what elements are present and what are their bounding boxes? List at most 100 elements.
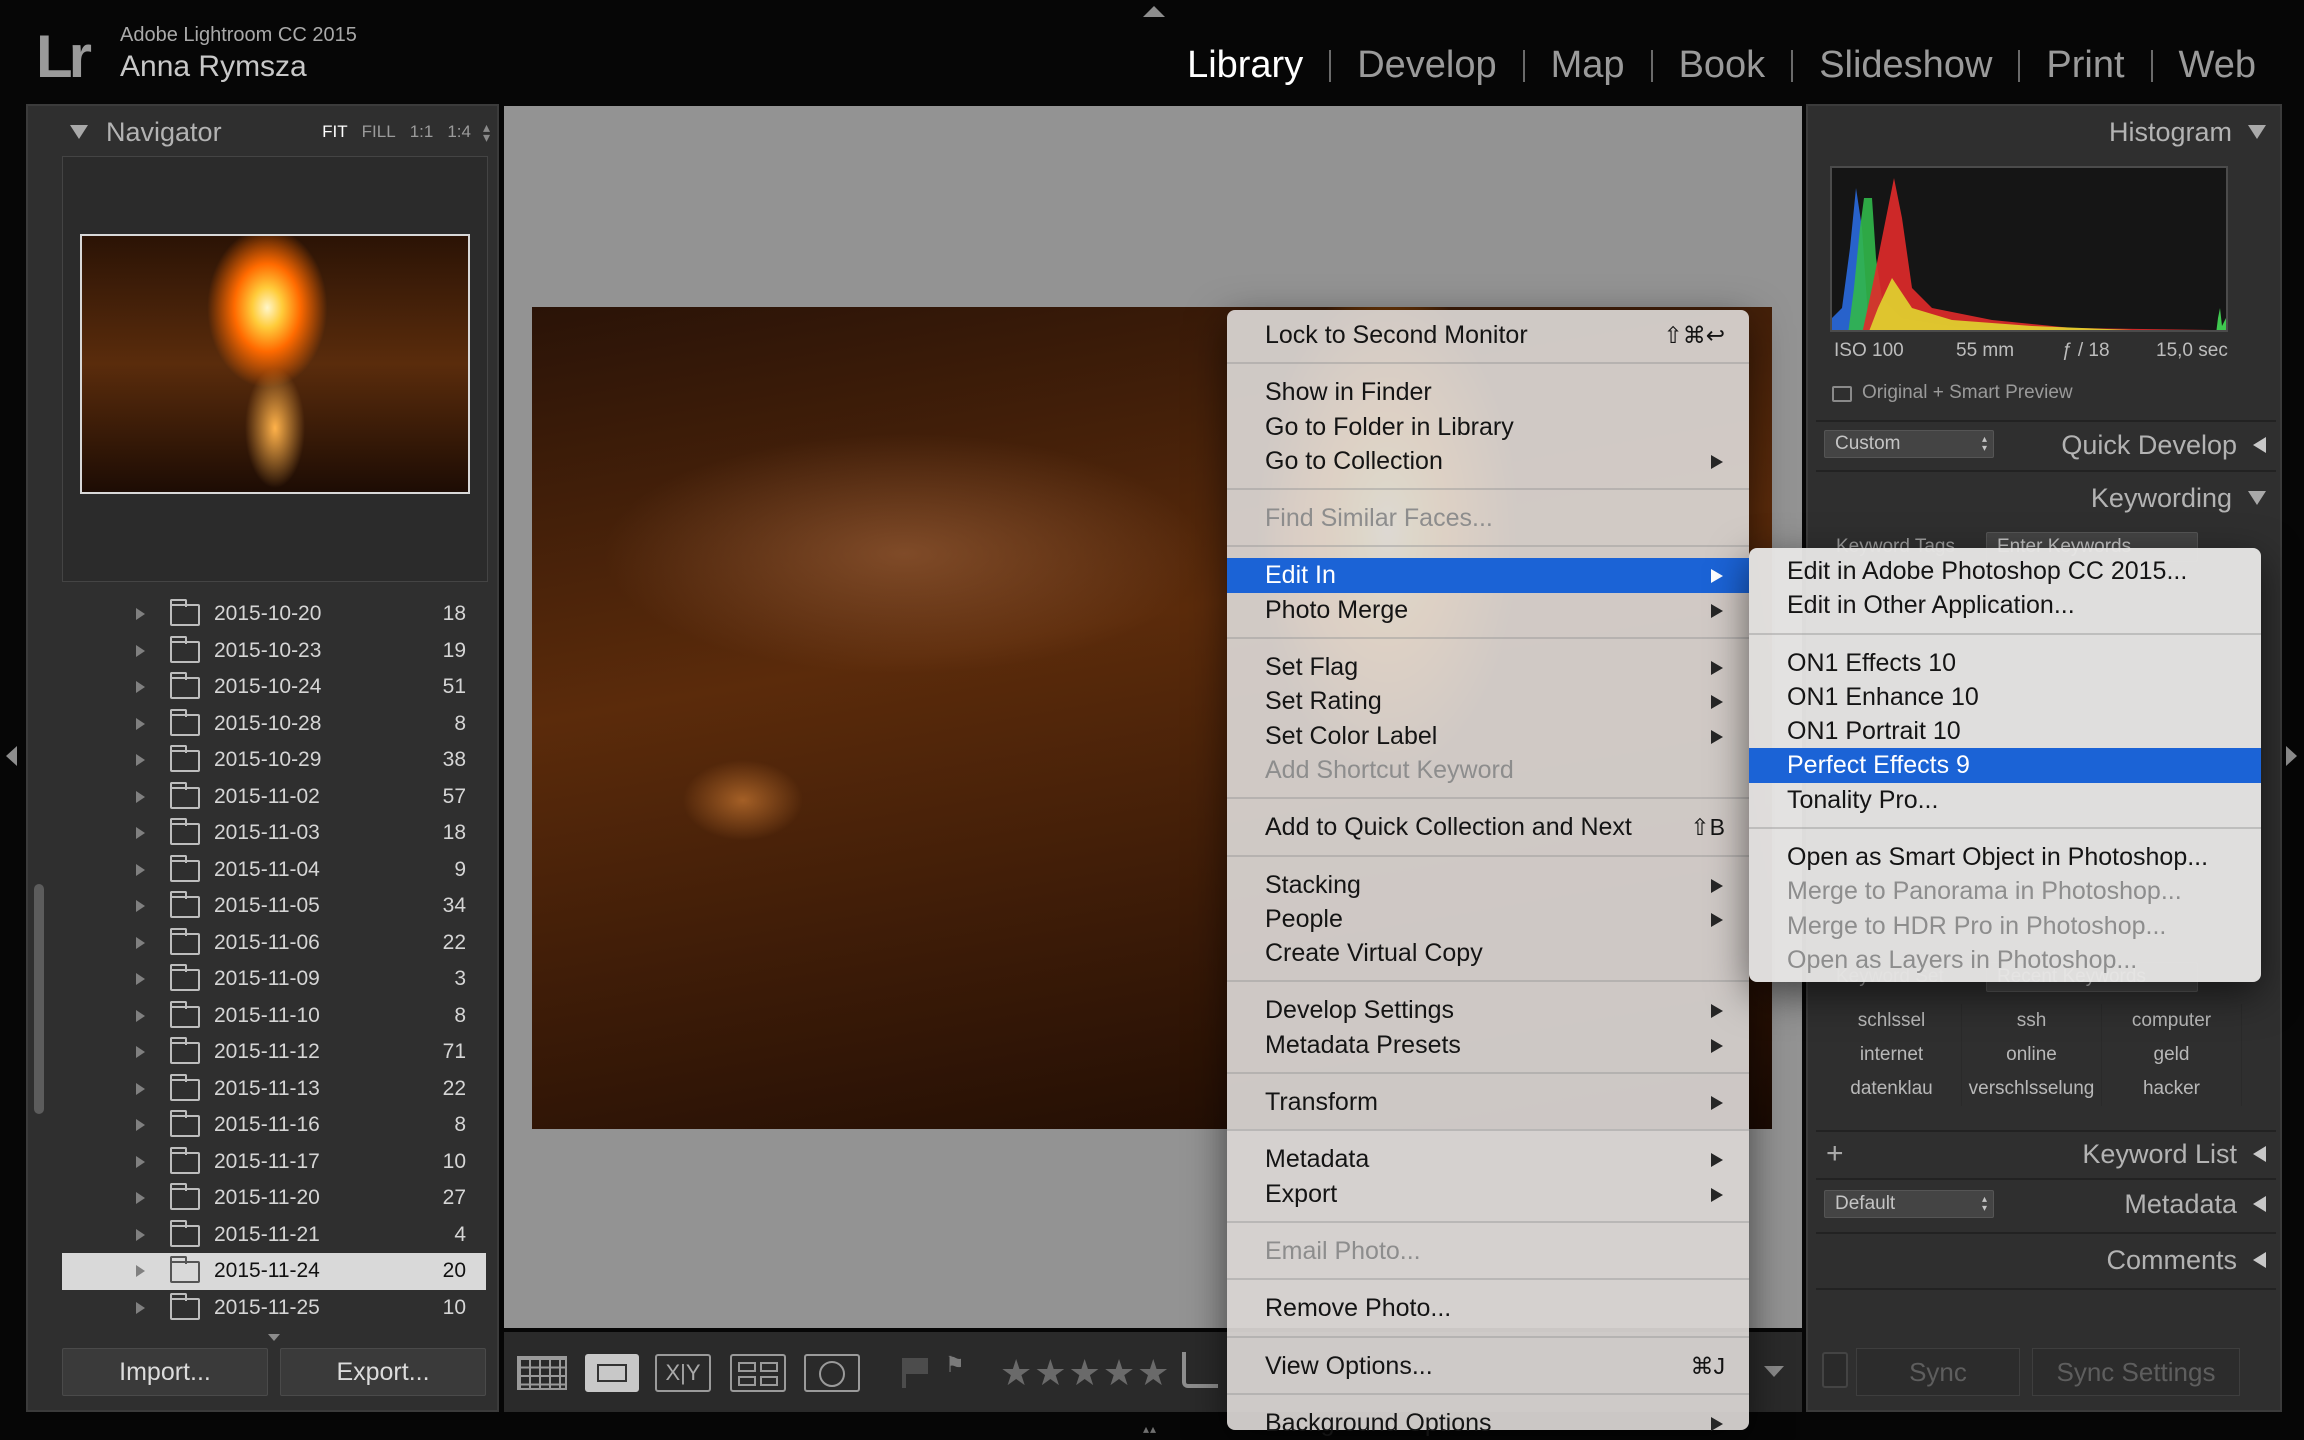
folder-row[interactable]: 2015-11-17 10 xyxy=(62,1144,486,1181)
keywording-header[interactable]: Keywording xyxy=(1816,480,2266,516)
menu-item-transform[interactable]: Transform xyxy=(1227,1085,1749,1119)
zoom-option-fit[interactable]: FIT xyxy=(322,122,348,142)
expand-triangle-icon[interactable] xyxy=(2253,437,2266,453)
metadata-header[interactable]: Metadata xyxy=(2010,1186,2266,1222)
zoom-stepper-icon[interactable]: ▴ ▾ xyxy=(483,120,490,144)
reject-flag-icon[interactable]: ⚑ xyxy=(945,1352,965,1378)
submenu-item-edit-in-other-application[interactable]: Edit in Other Application... xyxy=(1749,588,2261,622)
submenu-item-tonality-pro[interactable]: Tonality Pro... xyxy=(1749,783,2261,817)
keyword-suggestion[interactable]: online xyxy=(1962,1038,2102,1072)
folder-row[interactable]: 2015-10-24 51 xyxy=(62,669,486,706)
menu-item-export[interactable]: Export xyxy=(1227,1177,1749,1211)
grid-view-icon[interactable] xyxy=(517,1356,567,1390)
submenu-item-open-as-smart-object-in-photoshop[interactable]: Open as Smart Object in Photoshop... xyxy=(1749,840,2261,874)
menu-item-people[interactable]: People xyxy=(1227,902,1749,936)
folder-row[interactable]: 2015-11-12 71 xyxy=(62,1034,486,1071)
menu-item-add-to-quick-collection-and-next[interactable]: Add to Quick Collection and Next ⇧B xyxy=(1227,810,1749,844)
menu-item-set-rating[interactable]: Set Rating xyxy=(1227,684,1749,718)
folders-scroll-down-icon[interactable] xyxy=(268,1334,280,1341)
folder-disclosure-icon[interactable] xyxy=(136,754,145,766)
navigator-header[interactable]: Navigator FIT FILL 1:1 1:4 ▴ ▾ xyxy=(34,112,490,152)
module-book[interactable]: Book xyxy=(1653,44,1792,87)
module-web[interactable]: Web xyxy=(2153,44,2282,87)
menu-item-edit-in[interactable]: Edit In xyxy=(1227,558,1749,593)
folder-row[interactable]: 2015-11-03 18 xyxy=(62,815,486,852)
module-map[interactable]: Map xyxy=(1525,44,1651,87)
export-button[interactable]: Export... xyxy=(280,1348,486,1396)
folder-disclosure-icon[interactable] xyxy=(136,827,145,839)
sync-toggle-icon[interactable] xyxy=(1822,1352,1848,1388)
submenu-item-on1-enhance-10[interactable]: ON1 Enhance 10 xyxy=(1749,680,2261,714)
folder-disclosure-icon[interactable] xyxy=(136,1082,145,1095)
menu-item-view-options[interactable]: View Options... ⌘J xyxy=(1227,1349,1749,1383)
folder-disclosure-icon[interactable] xyxy=(136,1265,145,1277)
folder-row[interactable]: 2015-10-29 38 xyxy=(62,742,486,779)
folder-row[interactable]: 2015-11-09 3 xyxy=(62,961,486,998)
survey-view-icon[interactable] xyxy=(730,1354,786,1392)
collapse-triangle-icon[interactable] xyxy=(2248,491,2266,505)
keyword-suggestion[interactable]: ssh xyxy=(1962,1004,2102,1038)
folder-row[interactable]: 2015-11-05 34 xyxy=(62,888,486,925)
menu-item-photo-merge[interactable]: Photo Merge xyxy=(1227,593,1749,627)
bottom-panel-toggle-icon[interactable]: ▴▴ xyxy=(1143,1422,1165,1436)
expand-triangle-icon[interactable] xyxy=(2253,1252,2266,1268)
folder-row[interactable]: 2015-11-21 4 xyxy=(62,1217,486,1254)
folder-disclosure-icon[interactable] xyxy=(136,644,145,657)
keyword-suggestion[interactable]: geld xyxy=(2102,1038,2242,1072)
menu-item-set-flag[interactable]: Set Flag xyxy=(1227,650,1749,684)
folder-row[interactable]: 2015-11-20 27 xyxy=(62,1180,486,1217)
zoom-option-fill[interactable]: FILL xyxy=(362,122,396,142)
left-panel-toggle-icon[interactable] xyxy=(6,746,17,766)
folder-row[interactable]: 2015-11-06 22 xyxy=(62,925,486,962)
menu-item-set-color-label[interactable]: Set Color Label xyxy=(1227,719,1749,753)
keyword-suggestion[interactable]: internet xyxy=(1822,1038,1962,1072)
menu-item-stacking[interactable]: Stacking xyxy=(1227,868,1749,902)
folder-row[interactable]: 2015-11-25 10 xyxy=(62,1290,486,1327)
folder-disclosure-icon[interactable] xyxy=(136,1119,145,1131)
menu-item-metadata[interactable]: Metadata xyxy=(1227,1142,1749,1176)
menu-item-go-to-collection[interactable]: Go to Collection xyxy=(1227,444,1749,478)
folder-disclosure-icon[interactable] xyxy=(136,1046,145,1058)
import-button[interactable]: Import... xyxy=(62,1348,268,1396)
loupe-view-icon[interactable] xyxy=(585,1354,639,1392)
expand-triangle-icon[interactable] xyxy=(2253,1196,2266,1212)
module-slideshow[interactable]: Slideshow xyxy=(1793,44,2018,87)
keyword-suggestion[interactable]: hacker xyxy=(2102,1072,2242,1106)
folder-disclosure-icon[interactable] xyxy=(136,608,145,620)
compare-view-icon[interactable]: X|Y xyxy=(655,1354,711,1392)
module-print[interactable]: Print xyxy=(2020,44,2150,87)
folder-row[interactable]: 2015-11-04 9 xyxy=(62,852,486,889)
top-panel-toggle-icon[interactable] xyxy=(1143,6,1165,17)
sync-settings-button[interactable]: Sync Settings xyxy=(2032,1348,2240,1396)
keyword-suggestion[interactable]: schlssel xyxy=(1822,1004,1962,1038)
folder-row[interactable]: 2015-10-23 19 xyxy=(62,633,486,670)
module-library[interactable]: Library xyxy=(1161,44,1329,87)
menu-item-lock-to-second-monitor[interactable]: Lock to Second Monitor ⇧⌘↩ xyxy=(1227,318,1749,352)
comments-header[interactable]: Comments xyxy=(1816,1242,2266,1278)
folder-disclosure-icon[interactable] xyxy=(136,900,145,912)
menu-item-create-virtual-copy[interactable]: Create Virtual Copy xyxy=(1227,936,1749,970)
menu-item-remove-photo[interactable]: Remove Photo... xyxy=(1227,1291,1749,1325)
folder-row[interactable]: 2015-11-10 8 xyxy=(62,998,486,1035)
keyword-suggestion[interactable]: verschlsselung xyxy=(1962,1072,2102,1106)
keyword-suggestion[interactable]: datenklau xyxy=(1822,1072,1962,1106)
zoom-option-1-4[interactable]: 1:4 xyxy=(447,122,471,142)
folder-row[interactable]: 2015-11-02 57 xyxy=(62,779,486,816)
histogram-header[interactable]: Histogram xyxy=(1816,112,2276,152)
folder-row[interactable]: 2015-11-16 8 xyxy=(62,1107,486,1144)
folder-disclosure-icon[interactable] xyxy=(136,717,145,730)
menu-item-develop-settings[interactable]: Develop Settings xyxy=(1227,993,1749,1027)
collapse-triangle-icon[interactable] xyxy=(70,125,88,139)
menu-item-show-in-finder[interactable]: Show in Finder xyxy=(1227,375,1749,409)
folder-disclosure-icon[interactable] xyxy=(136,1155,145,1168)
module-develop[interactable]: Develop xyxy=(1331,44,1522,87)
menu-item-metadata-presets[interactable]: Metadata Presets xyxy=(1227,1028,1749,1062)
smart-preview-icon[interactable] xyxy=(1832,386,1852,402)
folder-disclosure-icon[interactable] xyxy=(136,790,145,803)
submenu-item-on1-effects-10[interactable]: ON1 Effects 10 xyxy=(1749,646,2261,680)
zoom-option-1-1[interactable]: 1:1 xyxy=(410,122,434,142)
quick-develop-header[interactable]: Quick Develop xyxy=(2010,428,2266,462)
folder-disclosure-icon[interactable] xyxy=(136,973,145,985)
submenu-item-on1-portrait-10[interactable]: ON1 Portrait 10 xyxy=(1749,714,2261,748)
toolbar-menu-chevron-icon[interactable] xyxy=(1764,1366,1784,1377)
